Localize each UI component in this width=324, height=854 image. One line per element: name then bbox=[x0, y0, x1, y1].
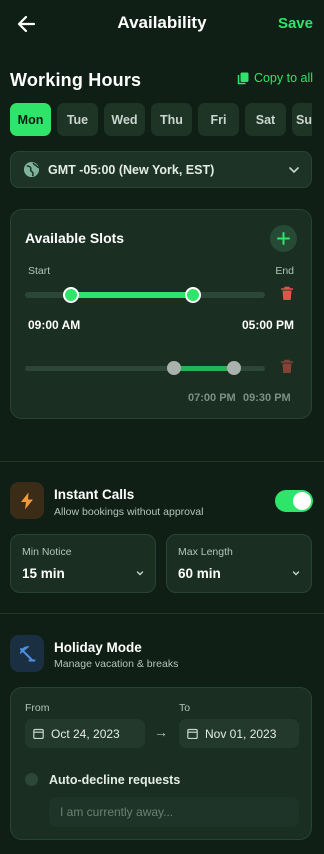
from-date-value: Oct 24, 2023 bbox=[51, 726, 120, 741]
slot-2-range-fill bbox=[173, 366, 234, 371]
slot-2-end-handle[interactable] bbox=[226, 361, 241, 375]
timezone-value: GMT -05:00 (New York, EST) bbox=[48, 162, 215, 177]
delete-slot-2-icon[interactable] bbox=[280, 359, 294, 374]
app-header: Availability Save bbox=[0, 0, 324, 48]
slot-1-start-time: 09:00 AM bbox=[28, 318, 81, 332]
away-message-input[interactable] bbox=[49, 797, 299, 827]
instant-calls-title: Instant Calls bbox=[54, 487, 135, 502]
globe-icon bbox=[23, 161, 40, 178]
slot-2-start-time: 07:00 PM bbox=[188, 392, 236, 404]
umbrella-icon bbox=[19, 645, 36, 661]
calendar-icon bbox=[33, 728, 44, 739]
min-notice-value: 15 min bbox=[22, 566, 65, 581]
to-date-value: Nov 01, 2023 bbox=[205, 726, 277, 741]
slot-1-end-time: 05:00 PM bbox=[241, 318, 294, 332]
available-slots-title: Available Slots bbox=[25, 230, 125, 246]
copy-icon bbox=[237, 72, 249, 84]
delete-slot-1-icon[interactable] bbox=[280, 286, 294, 301]
day-chip-sat[interactable]: Sat bbox=[245, 103, 286, 136]
working-hours-title: Working Hours bbox=[10, 70, 142, 90]
instant-calls-icon-box bbox=[10, 482, 44, 519]
start-label: Start bbox=[28, 265, 51, 277]
day-chip-wed[interactable]: Wed bbox=[104, 103, 145, 136]
section-divider bbox=[0, 613, 324, 614]
plus-icon bbox=[277, 232, 290, 245]
arrow-right-icon: → bbox=[154, 724, 168, 740]
chevron-down-icon bbox=[292, 571, 300, 576]
end-label: End bbox=[275, 265, 294, 277]
max-length-select[interactable]: Max Length 60 min bbox=[166, 534, 312, 593]
day-chip-sun[interactable]: Su bbox=[292, 103, 312, 136]
instant-calls-subtitle: Allow bookings without approval bbox=[54, 506, 204, 518]
max-length-value: 60 min bbox=[178, 566, 221, 581]
min-notice-select[interactable]: Min Notice 15 min bbox=[10, 534, 156, 593]
min-notice-label: Min Notice bbox=[22, 546, 72, 558]
lightning-icon bbox=[21, 492, 33, 509]
auto-decline-checkbox[interactable] bbox=[25, 773, 38, 786]
add-slot-button[interactable] bbox=[270, 225, 297, 252]
toggle-knob bbox=[293, 492, 311, 510]
available-slots-card: Available Slots Start End 09:00 AM 05:00… bbox=[10, 209, 312, 419]
save-button[interactable]: Save bbox=[278, 15, 313, 32]
chevron-down-icon bbox=[136, 571, 144, 576]
copy-to-all-label: Copy to all bbox=[253, 71, 313, 85]
slot-1-start-handle[interactable] bbox=[62, 287, 79, 303]
holiday-mode-title: Holiday Mode bbox=[54, 640, 142, 655]
instant-calls-toggle[interactable] bbox=[275, 490, 313, 512]
day-selector: Mon Tue Wed Thu Fri Sat Su bbox=[10, 103, 324, 136]
from-date-field[interactable]: Oct 24, 2023 bbox=[25, 719, 145, 748]
day-chip-tue[interactable]: Tue bbox=[57, 103, 98, 136]
slot-2-start-handle[interactable] bbox=[166, 361, 181, 375]
max-length-label: Max Length bbox=[178, 546, 233, 558]
day-chip-fri[interactable]: Fri bbox=[198, 103, 239, 136]
timezone-select[interactable]: GMT -05:00 (New York, EST) bbox=[10, 151, 312, 188]
slot-1-range-fill bbox=[70, 292, 193, 298]
day-chip-thu[interactable]: Thu bbox=[151, 103, 192, 136]
holiday-card: From To Oct 24, 2023 → Nov 01, 2023 Auto… bbox=[10, 687, 312, 840]
page-title: Availability bbox=[117, 13, 207, 32]
slot-2-end-time: 09:30 PM bbox=[243, 392, 291, 404]
holiday-icon-box bbox=[10, 635, 44, 672]
section-divider bbox=[0, 461, 324, 462]
auto-decline-label: Auto-decline requests bbox=[49, 773, 181, 787]
from-label: From bbox=[25, 702, 50, 714]
slot-1-end-handle[interactable] bbox=[185, 287, 201, 303]
chevron-down-icon bbox=[289, 167, 299, 174]
day-chip-mon[interactable]: Mon bbox=[10, 103, 51, 136]
to-label: To bbox=[179, 702, 191, 714]
holiday-mode-subtitle: Manage vacation & breaks bbox=[54, 658, 179, 670]
calendar-icon bbox=[187, 728, 198, 739]
copy-to-all-button[interactable]: Copy to all bbox=[237, 71, 313, 85]
to-date-field[interactable]: Nov 01, 2023 bbox=[179, 719, 299, 748]
